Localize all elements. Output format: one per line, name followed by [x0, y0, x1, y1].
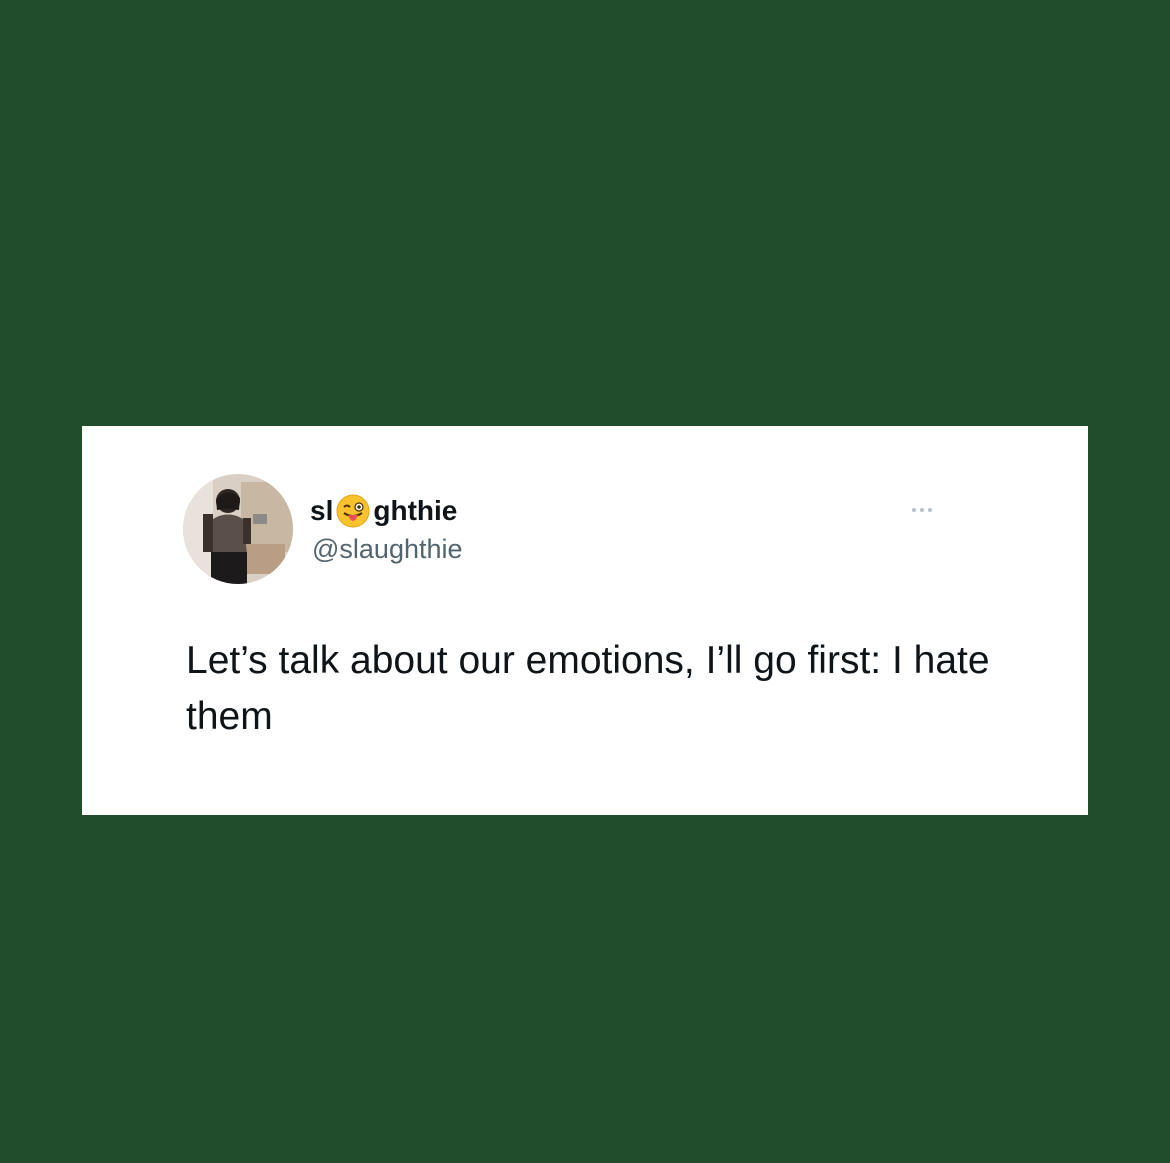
page-background: sl ghthie @slaughthie Let’s talk about o… [0, 0, 1170, 1163]
tweet-text: Let’s talk about our emotions, I’ll go f… [186, 639, 990, 738]
tweet-card[interactable]: sl ghthie @slaughthie Let’s talk about o… [82, 426, 1088, 815]
more-dot [912, 508, 916, 512]
display-name[interactable]: sl ghthie [310, 494, 457, 528]
more-options-icon[interactable] [902, 498, 942, 522]
user-handle[interactable]: @slaughthie [312, 533, 463, 565]
avatar[interactable] [183, 474, 293, 584]
display-name-suffix: ghthie [373, 495, 458, 526]
avatar-photo [183, 474, 293, 584]
more-dot [920, 508, 924, 512]
display-name-prefix: sl [310, 495, 334, 526]
winking-face-with-tongue-icon [336, 494, 370, 528]
more-dot [928, 508, 932, 512]
